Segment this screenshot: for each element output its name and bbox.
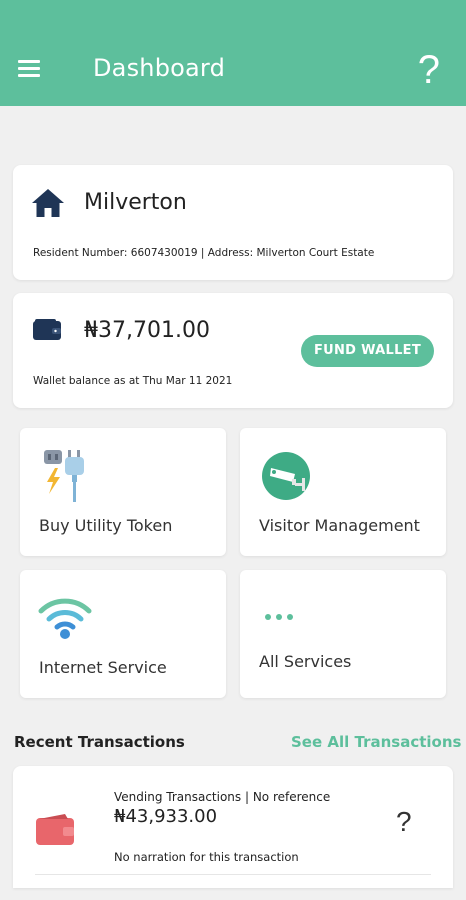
estate-card: Milverton Resident Number: 6607430019 | … [13, 165, 453, 280]
internet-service-tile[interactable]: Internet Service [20, 570, 226, 698]
hamburger-menu-icon[interactable] [18, 60, 40, 78]
fund-wallet-button[interactable]: FUND WALLET [301, 335, 434, 367]
tile-label: All Services [259, 652, 352, 671]
utility-plug-icon [44, 450, 84, 502]
house-icon [32, 189, 64, 217]
divider [35, 874, 431, 875]
all-services-tile[interactable]: All Services [240, 570, 446, 698]
wifi-icon [38, 598, 92, 639]
transaction-amount: ₦43,933.00 [114, 806, 218, 827]
app-bar: Dashboard ? [0, 0, 466, 106]
transaction-status-icon: ? [396, 806, 412, 837]
page-title: Dashboard [93, 54, 226, 82]
cctv-camera-icon [262, 452, 310, 500]
help-button[interactable]: ? [418, 48, 440, 92]
see-all-transactions-link[interactable]: See All Transactions [291, 733, 461, 751]
tile-label: Buy Utility Token [39, 516, 173, 535]
wallet-balance-date: Wallet balance as at Thu Mar 11 2021 [33, 375, 233, 387]
transaction-type: Vending Transactions | No reference [114, 790, 331, 804]
resident-details: Resident Number: 6607430019 | Address: M… [33, 247, 375, 259]
tile-label: Internet Service [39, 658, 167, 677]
visitor-management-tile[interactable]: Visitor Management [240, 428, 446, 556]
transaction-item[interactable]: Vending Transactions | No reference ₦43,… [13, 766, 453, 888]
wallet-icon [33, 319, 61, 340]
more-dots-icon [265, 614, 293, 620]
wallet-balance: ₦37,701.00 [84, 318, 210, 343]
transaction-narration: No narration for this transaction [114, 850, 299, 864]
recent-transactions-heading: Recent Transactions [14, 733, 185, 751]
red-wallet-icon [36, 814, 74, 845]
buy-utility-token-tile[interactable]: Buy Utility Token [20, 428, 226, 556]
wallet-card: ₦37,701.00 FUND WALLET Wallet balance as… [13, 293, 453, 408]
tile-label: Visitor Management [259, 516, 420, 535]
estate-name: Milverton [84, 190, 187, 215]
